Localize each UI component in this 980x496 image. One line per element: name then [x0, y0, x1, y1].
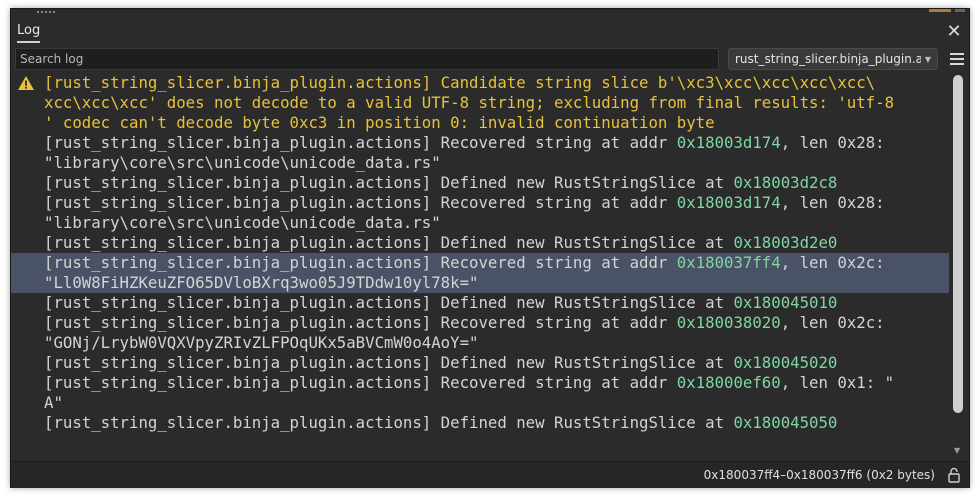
address-link[interactable]: 0x180045010 — [733, 293, 837, 312]
log-line: xcc\xcc\xcc' does not decode to a valid … — [44, 93, 895, 112]
address-link[interactable]: 0x18003d174 — [677, 133, 781, 152]
log-message-prefix: [rust_string_slicer.binja_plugin.actions… — [44, 413, 734, 432]
log-line: [rust_string_slicer.binja_plugin.actions… — [44, 313, 949, 333]
log-line: [rust_string_slicer.binja_plugin.actions… — [44, 253, 949, 273]
log-line-continuation: "library\core\src\unicode\unicode_data.r… — [44, 213, 441, 232]
logger-select-value: rust_string_slicer.binja_plugin.a — [735, 52, 921, 66]
log-line: [rust_string_slicer.binja_plugin.actions… — [44, 193, 949, 213]
dock-accents — [929, 9, 965, 13]
panel-title-bar: Log ✕ — [11, 17, 969, 47]
log-entry-warning[interactable]: [rust_string_slicer.binja_plugin.actions… — [11, 73, 949, 133]
address-link[interactable]: 0x18003d2c8 — [733, 173, 837, 192]
log-entry[interactable]: [rust_string_slicer.binja_plugin.actions… — [11, 193, 949, 233]
log-entry[interactable]: [rust_string_slicer.binja_plugin.actions… — [11, 373, 949, 413]
warning-icon — [18, 76, 34, 90]
log-message-prefix: [rust_string_slicer.binja_plugin.actions… — [44, 353, 734, 372]
log-line-continuation: "library\core\src\unicode\unicode_data.r… — [44, 153, 441, 172]
log-message-prefix: [rust_string_slicer.binja_plugin.actions… — [44, 253, 677, 272]
status-bar: 0x180037ff4–0x180037ff6 (0x2 bytes) — [11, 461, 969, 488]
log-line-continuation: "Ll0W8FiHZKeuZFO65DVloBXrq3wo05J9TDdw10y… — [44, 273, 479, 292]
log-message-suffix: , len 0x28: — [780, 133, 885, 152]
log-entry[interactable]: [rust_string_slicer.binja_plugin.actions… — [11, 253, 949, 293]
log-line: [rust_string_slicer.binja_plugin.actions… — [44, 173, 949, 193]
scrollbar-thumb[interactable] — [953, 75, 963, 413]
logger-select[interactable]: rust_string_slicer.binja_plugin.a ▼ — [728, 48, 938, 70]
log-line-continuation: "GONj/LrybW0VQXVpyZRIvZLFPOqUKx5aBVCmW0o… — [44, 333, 479, 352]
log-line: [rust_string_slicer.binja_plugin.actions… — [44, 233, 949, 253]
log-message-prefix: [rust_string_slicer.binja_plugin.actions… — [44, 133, 677, 152]
log-line: [rust_string_slicer.binja_plugin.actions… — [44, 373, 949, 393]
log-message-suffix: , len 0x2c: — [780, 253, 885, 272]
log-line: [rust_string_slicer.binja_plugin.actions… — [44, 133, 949, 153]
log-message-suffix: , len 0x2c: — [780, 313, 885, 332]
close-icon[interactable]: ✕ — [945, 23, 963, 41]
address-link[interactable]: 0x18003d2e0 — [733, 233, 837, 252]
log-line: [rust_string_slicer.binja_plugin.actions… — [44, 353, 949, 373]
search-log-input[interactable] — [15, 48, 719, 70]
log-entry[interactable]: [rust_string_slicer.binja_plugin.actions… — [11, 353, 949, 373]
log-line: ' codec can't decode byte 0xc3 in positi… — [44, 113, 715, 132]
log-message-prefix: [rust_string_slicer.binja_plugin.actions… — [44, 293, 734, 312]
log-panel: Log ✕ rust_string_slicer.binja_plugin.a … — [10, 8, 970, 488]
log-message-prefix: [rust_string_slicer.binja_plugin.actions… — [44, 373, 677, 392]
log-entry[interactable]: [rust_string_slicer.binja_plugin.actions… — [11, 313, 949, 353]
scroll-down-icon[interactable]: ▼ — [954, 447, 962, 455]
log-message-suffix: , len 0x1: " — [780, 373, 895, 392]
address-link[interactable]: 0x180045020 — [733, 353, 837, 372]
chevron-down-icon: ▼ — [924, 54, 932, 64]
address-link[interactable]: 0x180037ff4 — [677, 253, 781, 272]
tab-log[interactable]: Log — [17, 23, 41, 43]
log-message-suffix: , len 0x28: — [780, 193, 885, 212]
log-message-prefix: [rust_string_slicer.binja_plugin.actions… — [44, 313, 677, 332]
drag-handle[interactable] — [37, 11, 55, 15]
log-message-prefix: [rust_string_slicer.binja_plugin.actions… — [44, 173, 734, 192]
log-scrollbar[interactable]: ▼ — [949, 73, 967, 461]
address-link[interactable]: 0x180038020 — [677, 313, 781, 332]
address-link[interactable]: 0x180045050 — [733, 413, 837, 432]
lock-icon[interactable] — [947, 467, 961, 483]
selection-range-text: 0x180037ff4–0x180037ff6 (0x2 bytes) — [703, 468, 935, 482]
log-entry[interactable]: [rust_string_slicer.binja_plugin.actions… — [11, 293, 949, 313]
log-list[interactable]: [rust_string_slicer.binja_plugin.actions… — [11, 73, 949, 461]
log-line: [rust_string_slicer.binja_plugin.actions… — [44, 73, 876, 92]
log-entry[interactable]: [rust_string_slicer.binja_plugin.actions… — [11, 173, 949, 193]
address-link[interactable]: 0x18000ef60 — [677, 373, 781, 392]
log-message-prefix: [rust_string_slicer.binja_plugin.actions… — [44, 193, 677, 212]
log-entry[interactable]: [rust_string_slicer.binja_plugin.actions… — [11, 233, 949, 253]
log-message-prefix: [rust_string_slicer.binja_plugin.actions… — [44, 233, 734, 252]
hamburger-menu-icon[interactable] — [949, 50, 965, 66]
log-line: [rust_string_slicer.binja_plugin.actions… — [44, 413, 949, 433]
log-toolbar: rust_string_slicer.binja_plugin.a ▼ — [11, 47, 969, 73]
log-line: [rust_string_slicer.binja_plugin.actions… — [44, 293, 949, 313]
log-line-continuation: A" — [44, 393, 63, 412]
address-link[interactable]: 0x18003d174 — [677, 193, 781, 212]
log-entry[interactable]: [rust_string_slicer.binja_plugin.actions… — [11, 413, 949, 433]
log-entry[interactable]: [rust_string_slicer.binja_plugin.actions… — [11, 133, 949, 173]
